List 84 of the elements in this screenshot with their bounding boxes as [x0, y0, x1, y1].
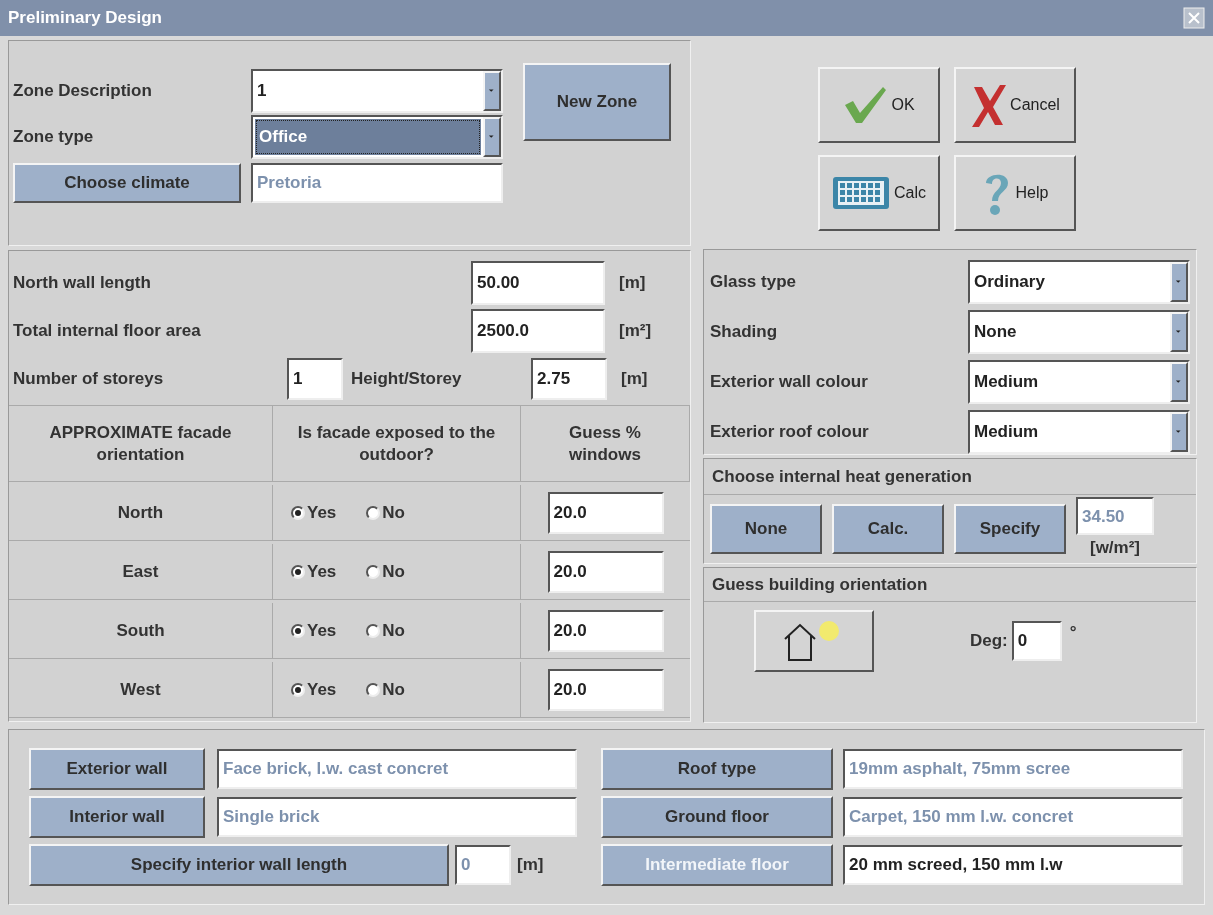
floor-area-field[interactable]: 2500.0 — [471, 309, 605, 353]
heat-title: Choose internal heat generation — [712, 465, 972, 488]
degree-unit: ° — [1069, 622, 1077, 644]
column-header: Guess % windows — [521, 406, 690, 482]
radio-button[interactable] — [366, 505, 381, 520]
column-header: Is facade exposed to the outdoor? — [273, 406, 521, 482]
windows-field[interactable]: 20.0 — [547, 491, 664, 534]
storeys-label: Number of storeys — [13, 368, 165, 391]
glazing-label: Exterior wall colour — [710, 371, 868, 394]
radio-option[interactable]: Yes — [291, 617, 337, 644]
deg-label: Deg: — [970, 630, 1008, 653]
ground-floor-button[interactable]: Ground floor — [601, 796, 833, 838]
glazing-dropdown[interactable]: Medium — [968, 410, 1190, 454]
radio-button[interactable] — [366, 682, 381, 697]
checkmark-icon — [843, 85, 888, 125]
radio-label: Yes — [307, 501, 337, 524]
unit-label: [m] — [517, 854, 544, 877]
radio-label: No — [382, 678, 405, 701]
help-button[interactable]: Help — [954, 155, 1076, 231]
cancel-button[interactable]: Cancel — [954, 67, 1076, 143]
unit-label: [m²] — [619, 320, 652, 343]
glazing-dropdown[interactable]: Ordinary — [968, 260, 1190, 304]
glazing-dropdown[interactable]: None — [968, 310, 1190, 354]
degree-field[interactable]: 0 — [1011, 621, 1062, 661]
north-wall-label: North wall length — [13, 272, 152, 295]
radio-option[interactable]: No — [366, 499, 405, 526]
orientation-label: East — [122, 560, 159, 583]
zone-type-dropdown[interactable]: Office — [251, 115, 503, 159]
exterior-wall-button[interactable]: Exterior wall — [29, 748, 205, 790]
specify-length-button[interactable]: Specify interior wall length — [29, 844, 449, 886]
zone-type-label: Zone type — [13, 126, 95, 149]
radio-button[interactable] — [291, 623, 305, 638]
heat-option-button[interactable]: None — [710, 504, 822, 554]
radio-label: Yes — [307, 678, 337, 701]
orientation-label: South — [116, 619, 165, 642]
unit-label: [w/m²] — [1089, 537, 1140, 560]
windows-field[interactable]: 20.0 — [547, 609, 664, 652]
radio-option[interactable]: Yes — [291, 558, 337, 585]
radio-label: No — [382, 619, 405, 642]
glazing-dropdown[interactable]: Medium — [968, 360, 1190, 404]
heat-option-button[interactable]: Calc. — [832, 504, 944, 554]
window-title: Preliminary Design — [8, 7, 162, 30]
windows-field[interactable]: 20.0 — [547, 550, 664, 593]
radio-button[interactable] — [291, 564, 305, 579]
choose-climate-button[interactable]: Choose climate — [13, 163, 241, 203]
radio-button[interactable] — [291, 505, 305, 520]
windows-field[interactable]: 20.0 — [547, 668, 664, 711]
radio-label: No — [382, 560, 405, 583]
unit-label: [m] — [619, 272, 646, 295]
radio-label: Yes — [307, 560, 337, 583]
orientation-label: West — [120, 678, 161, 701]
glazing-label: Shading — [710, 321, 778, 344]
radio-label: Yes — [307, 619, 337, 642]
height-field[interactable]: 2.75 — [531, 358, 607, 400]
storeys-field[interactable]: 1 — [287, 358, 343, 400]
new-zone-button[interactable]: New Zone — [523, 63, 671, 141]
zone-description-dropdown[interactable]: 1 — [251, 69, 503, 113]
roof-type-button[interactable]: Roof type — [601, 748, 833, 790]
interior-wall-button[interactable]: Interior wall — [29, 796, 205, 838]
radio-option[interactable]: No — [366, 676, 405, 703]
radio-option[interactable]: Yes — [291, 676, 337, 703]
ok-button[interactable]: OK — [818, 67, 940, 143]
zone-description-label: Zone Description — [13, 80, 153, 103]
heat-option-button[interactable]: Specify — [954, 504, 1066, 554]
radio-option[interactable]: Yes — [291, 499, 337, 526]
radio-option[interactable]: No — [366, 558, 405, 585]
unit-label: [m] — [621, 368, 648, 391]
keyboard-icon — [832, 176, 890, 210]
cross-icon — [970, 83, 1007, 127]
column-header: APPROXIMATE facade orientation — [9, 406, 273, 482]
glazing-label: Exterior roof colour — [710, 421, 869, 444]
orientation-title: Guess building orientation — [712, 573, 928, 596]
calc-button[interactable]: Calc — [818, 155, 940, 231]
glazing-label: Glass type — [710, 271, 796, 294]
radio-option[interactable]: No — [366, 617, 405, 644]
floor-area-label: Total internal floor area — [13, 320, 202, 343]
north-wall-field[interactable]: 50.00 — [471, 261, 605, 305]
radio-button[interactable] — [291, 682, 305, 697]
radio-label: No — [382, 501, 405, 524]
height-label: Height/Storey — [351, 368, 463, 391]
radio-button[interactable] — [366, 564, 381, 579]
orientation-button[interactable] — [754, 610, 874, 672]
radio-button[interactable] — [366, 623, 381, 638]
orientation-label: North — [117, 501, 164, 524]
